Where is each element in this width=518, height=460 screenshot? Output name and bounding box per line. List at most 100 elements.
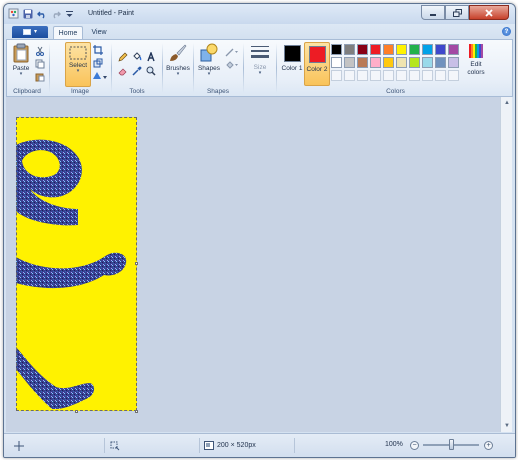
fill-icon[interactable] (131, 51, 142, 62)
palette-swatch[interactable] (370, 44, 381, 55)
canvas-workspace[interactable] (6, 97, 500, 432)
palette-swatch[interactable] (331, 57, 342, 68)
brushes-button[interactable]: Brushes ▾ (164, 43, 192, 77)
palette-swatch[interactable] (357, 44, 368, 55)
resize-handle-corner[interactable] (135, 410, 138, 413)
paint-app-icon[interactable] (8, 8, 19, 19)
chevron-down-icon: ▾ (76, 68, 80, 74)
resize-handle-right[interactable] (135, 262, 138, 265)
chevron-down-icon: ▾ (258, 70, 262, 76)
colors-group-label: Colors (386, 88, 405, 95)
canvas-border (16, 117, 137, 411)
palette-custom-slot[interactable] (435, 70, 446, 81)
help-icon[interactable]: ? (502, 27, 511, 36)
pencil-icon[interactable] (117, 51, 128, 62)
palette-swatch[interactable] (422, 57, 433, 68)
color-1-label: Color 1 (281, 65, 303, 72)
customize-qat-icon[interactable] (64, 8, 75, 19)
palette-custom-slot[interactable] (357, 70, 368, 81)
paint-menu-button[interactable]: ▾ (12, 26, 48, 38)
color-1-swatch (283, 45, 301, 62)
size-button[interactable]: Size ▾ (247, 44, 273, 76)
paste-from-icon[interactable] (34, 71, 45, 82)
cursor-position-icon (14, 441, 24, 451)
palette-swatch[interactable] (344, 44, 355, 55)
palette-swatch[interactable] (370, 57, 381, 68)
copy-icon[interactable] (34, 58, 45, 69)
status-divider (294, 438, 295, 453)
crop-icon[interactable] (92, 44, 103, 55)
minimize-button[interactable] (421, 5, 445, 20)
line-size-icon (251, 46, 269, 58)
rotate-button[interactable] (92, 70, 108, 81)
tab-home[interactable]: Home (53, 26, 83, 39)
palette-swatch[interactable] (409, 44, 420, 55)
chevron-down-icon: ▾ (19, 71, 23, 77)
redo-icon[interactable] (50, 8, 61, 19)
close-icon (485, 8, 493, 17)
palette-swatch[interactable] (448, 44, 459, 55)
palette-custom-slot[interactable] (422, 70, 433, 81)
zoom-percent: 100% (385, 441, 403, 448)
ribbon: Paste ▾ Clipboard Select ▾ Image Tools B… (6, 39, 513, 97)
brush-icon (170, 44, 187, 61)
palette-custom-slot[interactable] (331, 70, 342, 81)
color-picker-icon[interactable] (131, 65, 142, 76)
resize-handle-bottom[interactable] (75, 410, 78, 413)
shapes-group-label: Shapes (206, 88, 230, 95)
tools-group-label: Tools (129, 88, 145, 95)
palette-custom-slot[interactable] (344, 70, 355, 81)
scroll-down-icon[interactable]: ▼ (503, 422, 511, 430)
magnifier-icon[interactable] (145, 65, 156, 76)
palette-swatch[interactable] (396, 44, 407, 55)
palette-swatch[interactable] (383, 44, 394, 55)
tab-view[interactable]: View (86, 26, 112, 39)
palette-swatch[interactable] (357, 57, 368, 68)
cut-icon[interactable] (34, 45, 45, 56)
palette-swatch[interactable] (383, 57, 394, 68)
palette-swatch[interactable] (435, 57, 446, 68)
palette-swatch[interactable] (422, 44, 433, 55)
palette-swatch[interactable] (409, 57, 420, 68)
zoom-slider-thumb[interactable] (449, 439, 454, 450)
palette-swatch[interactable] (344, 57, 355, 68)
fill-shape-icon[interactable] (225, 59, 239, 70)
image-group: Select ▾ Image (50, 40, 110, 96)
color-1-button[interactable]: Color 1 (280, 45, 304, 73)
eraser-icon[interactable] (117, 65, 128, 76)
palette-custom-slot[interactable] (383, 70, 394, 81)
paste-button[interactable]: Paste ▾ (10, 43, 32, 77)
palette-custom-slot[interactable] (370, 70, 381, 81)
size-group: Size ▾ (244, 40, 276, 96)
palette-swatch[interactable] (435, 44, 446, 55)
shapes-button[interactable]: Shapes ▾ (196, 43, 222, 77)
zoom-in-button[interactable]: + (484, 441, 493, 450)
resize-icon[interactable] (92, 57, 103, 68)
image-size-indicator: 200 × 520px (204, 441, 256, 450)
palette-swatch[interactable] (331, 44, 342, 55)
ribbon-tab-strip: ▾ Home View ? (4, 24, 515, 39)
palette-custom-slot[interactable] (448, 70, 459, 81)
close-button[interactable] (469, 5, 509, 20)
chevron-down-icon: ▾ (207, 71, 211, 77)
select-button[interactable]: Select ▾ (65, 42, 91, 87)
scroll-up-icon[interactable]: ▲ (503, 99, 511, 107)
save-icon[interactable] (22, 8, 33, 19)
undo-icon[interactable] (36, 8, 47, 19)
maximize-button[interactable] (445, 5, 469, 20)
chevron-down-icon: ▾ (33, 29, 37, 35)
tools-group: Tools (112, 40, 162, 96)
color-2-swatch (308, 46, 326, 63)
text-icon[interactable] (145, 51, 156, 62)
color-2-button[interactable]: Color 2 (304, 42, 330, 86)
vertical-scrollbar[interactable]: ▲ ▼ (500, 97, 512, 432)
outline-icon[interactable] (225, 46, 239, 57)
quick-access-toolbar (8, 8, 75, 19)
clipboard-group: Paste ▾ Clipboard (7, 40, 47, 96)
palette-custom-slot[interactable] (409, 70, 420, 81)
palette-custom-slot[interactable] (396, 70, 407, 81)
palette-swatch[interactable] (396, 57, 407, 68)
palette-swatch[interactable] (448, 57, 459, 68)
edit-colors-button[interactable]: Edit colors (461, 43, 491, 77)
zoom-out-button[interactable]: − (410, 441, 419, 450)
